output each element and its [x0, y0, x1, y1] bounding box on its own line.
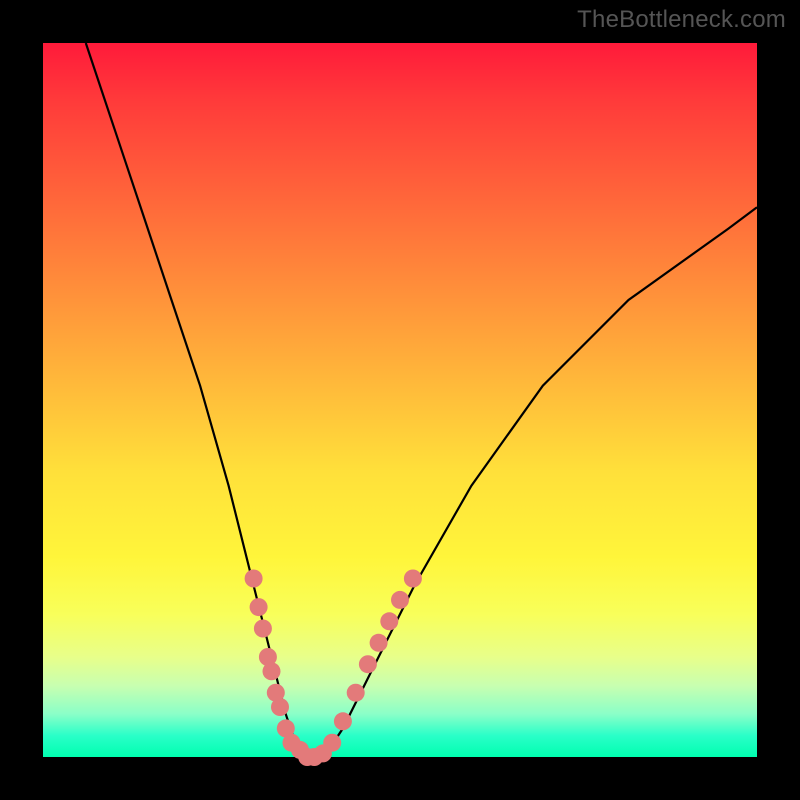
highlight-dots	[245, 570, 422, 767]
marker-dot	[254, 620, 272, 638]
marker-dot	[323, 734, 341, 752]
bottleneck-curve	[86, 43, 757, 757]
marker-dot	[370, 634, 388, 652]
marker-dot	[391, 591, 409, 609]
marker-dot	[334, 712, 352, 730]
marker-dot	[347, 684, 365, 702]
watermark-text: TheBottleneck.com	[577, 6, 786, 34]
marker-dot	[359, 655, 377, 673]
marker-dot	[245, 570, 263, 588]
curve-layer	[43, 43, 757, 757]
marker-dot	[404, 570, 422, 588]
marker-dot	[250, 598, 268, 616]
chart-frame: TheBottleneck.com	[0, 0, 800, 800]
marker-dot	[263, 662, 281, 680]
marker-dot	[271, 698, 289, 716]
marker-dot	[380, 612, 398, 630]
